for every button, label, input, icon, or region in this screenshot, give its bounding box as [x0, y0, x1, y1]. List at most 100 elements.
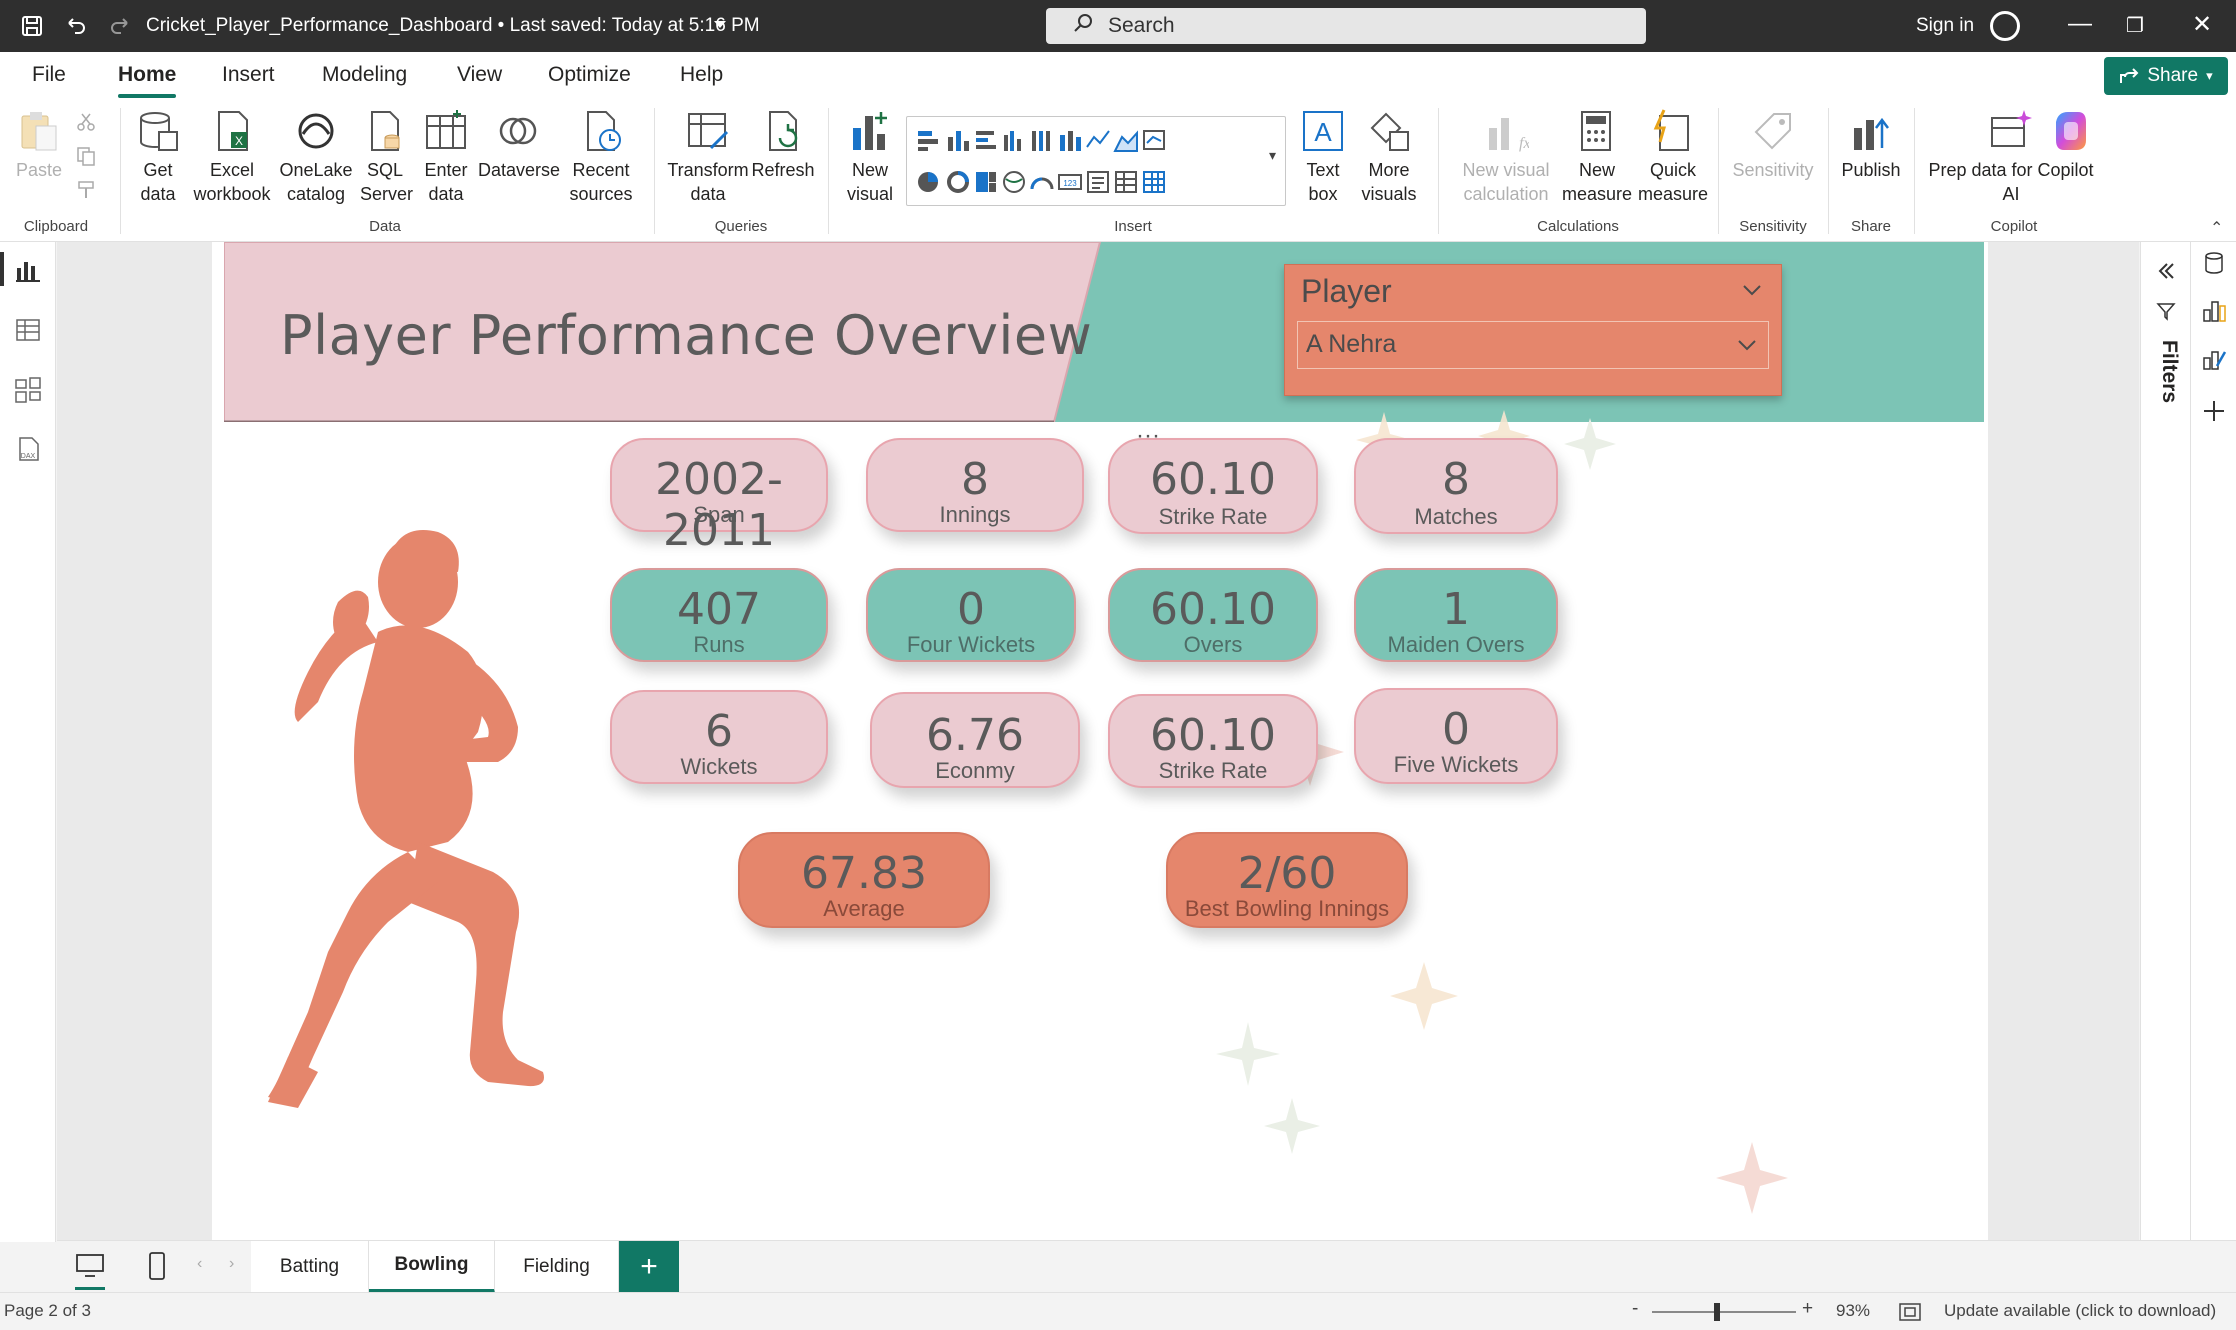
mobile-layout-icon[interactable]: [147, 1251, 167, 1281]
menu-optimize[interactable]: Optimize: [548, 63, 631, 87]
chevron-down-icon[interactable]: [1741, 279, 1763, 301]
get-data-button[interactable]: Get data: [128, 108, 188, 206]
table-view-icon[interactable]: [14, 316, 42, 344]
title-dropdown-icon[interactable]: [712, 18, 728, 36]
enter-data-button[interactable]: Enter data: [418, 108, 474, 206]
search-box[interactable]: Search: [1046, 8, 1646, 44]
zoom-slider[interactable]: [1652, 1311, 1796, 1313]
publish-button[interactable]: Publish: [1836, 108, 1906, 182]
kpi-label: Maiden Overs: [1387, 632, 1525, 657]
scroll-tabs-right-icon[interactable]: ›: [229, 1255, 234, 1273]
new-visual-calculation-button[interactable]: fx New visual calculation: [1456, 108, 1556, 206]
minimize-icon[interactable]: —: [2068, 10, 2092, 38]
transform-data-button[interactable]: Transform data: [666, 108, 750, 206]
card-icon[interactable]: 123: [1057, 169, 1083, 195]
refresh-button[interactable]: Refresh: [750, 108, 816, 182]
more-visuals-button[interactable]: More visuals: [1354, 108, 1424, 206]
menu-insert[interactable]: Insert: [222, 63, 275, 87]
scroll-tabs-left-icon[interactable]: ‹: [197, 1255, 202, 1273]
clustered-bar-chart-icon[interactable]: [973, 127, 999, 153]
restore-icon[interactable]: ❐: [2126, 13, 2144, 38]
100-column-chart-icon[interactable]: [1057, 127, 1083, 153]
add-page-button[interactable]: +: [619, 1241, 679, 1293]
kpi-card: 2002-2011 Span: [610, 438, 828, 556]
filters-pane[interactable]: Filters: [2140, 242, 2190, 1240]
matrix-icon[interactable]: [1141, 169, 1167, 195]
player-slicer[interactable]: Player A Nehra: [1284, 264, 1782, 396]
stacked-bar-chart-icon[interactable]: [915, 127, 941, 153]
zoom-out-button[interactable]: -: [1632, 1298, 1638, 1320]
paste-button[interactable]: Paste: [14, 108, 64, 182]
treemap-icon[interactable]: [973, 169, 999, 195]
sql-server-button[interactable]: SQL Server: [360, 108, 413, 206]
menu-file[interactable]: File: [32, 63, 66, 87]
build-visual-icon[interactable]: [2201, 298, 2227, 324]
redo-icon[interactable]: [106, 12, 134, 40]
recent-sources-icon: [587, 111, 621, 151]
window-title: Cricket_Player_Performance_Dashboard • L…: [146, 15, 760, 36]
expand-pane-icon[interactable]: [2155, 260, 2177, 282]
line-chart-icon[interactable]: [1085, 127, 1111, 153]
format-painter-icon[interactable]: [76, 180, 96, 205]
gauge-icon[interactable]: [1029, 169, 1055, 195]
share-label: Share: [2147, 65, 2199, 86]
zoom-slider-thumb[interactable]: [1714, 1303, 1720, 1321]
map-icon[interactable]: [1001, 169, 1027, 195]
kpi-card: 2/60 Best Bowling Innings: [1166, 832, 1408, 928]
stacked-column-chart-icon[interactable]: [945, 127, 971, 153]
zoom-in-button[interactable]: +: [1802, 1298, 1813, 1320]
data-pane-icon[interactable]: [2201, 250, 2227, 276]
page-tab-fielding[interactable]: Fielding: [495, 1241, 619, 1293]
page-tab-batting[interactable]: Batting: [251, 1241, 369, 1293]
update-available-link[interactable]: Update available (click to download): [1944, 1301, 2216, 1321]
excel-workbook-button[interactable]: X Excel workbook: [190, 108, 274, 206]
slicer-dropdown[interactable]: A Nehra: [1297, 321, 1769, 369]
text-box-button[interactable]: A Text box: [1296, 108, 1350, 206]
copy-icon[interactable]: [76, 146, 96, 171]
page-indicator: Page 2 of 3: [4, 1301, 91, 1320]
avatar-icon[interactable]: [1990, 11, 2020, 41]
add-pane-icon[interactable]: [2201, 398, 2227, 424]
table-visual-icon[interactable]: [1113, 169, 1139, 195]
100-bar-chart-icon[interactable]: [1029, 127, 1055, 153]
model-view-icon[interactable]: [14, 376, 42, 404]
menu-help[interactable]: Help: [680, 63, 723, 87]
chevron-down-icon[interactable]: [1736, 334, 1758, 356]
undo-icon[interactable]: [62, 12, 90, 40]
copilot-icon[interactable]: [2048, 108, 2094, 154]
onelake-catalog-button[interactable]: OneLake catalog: [278, 108, 354, 206]
donut-chart-icon[interactable]: [945, 169, 971, 195]
area-chart-icon[interactable]: [1113, 127, 1139, 153]
dax-query-view-icon[interactable]: DAX: [14, 436, 42, 464]
visuals-gallery[interactable]: 123 ▾: [906, 116, 1286, 206]
menu-view[interactable]: View: [457, 63, 502, 87]
ribbon-chart-icon[interactable]: [1141, 127, 1167, 153]
save-icon[interactable]: [18, 12, 46, 40]
menu-modeling[interactable]: Modeling: [322, 63, 407, 87]
menu-home[interactable]: Home: [118, 63, 176, 87]
close-icon[interactable]: ✕: [2192, 10, 2212, 39]
dataverse-button[interactable]: Dataverse: [478, 108, 560, 182]
report-view-icon[interactable]: [14, 256, 42, 284]
prep-data-icon: [1991, 110, 2032, 147]
new-visual-button[interactable]: New visual: [842, 108, 898, 206]
collapse-ribbon-icon[interactable]: ⌃: [2210, 218, 2223, 238]
sensitivity-button[interactable]: Sensitivity: [1728, 108, 1818, 182]
format-visual-icon[interactable]: [2201, 346, 2227, 372]
pie-chart-icon[interactable]: [915, 169, 941, 195]
calculations-group-label: Calculations: [1537, 218, 1619, 235]
gallery-more-icon[interactable]: ▾: [1269, 147, 1276, 164]
multi-row-card-icon[interactable]: [1085, 169, 1111, 195]
fit-to-page-icon[interactable]: [1898, 1301, 1922, 1323]
clustered-column-chart-icon[interactable]: [1001, 127, 1027, 153]
share-button[interactable]: Share ▾: [2104, 57, 2228, 95]
new-measure-button[interactable]: New measure: [1562, 108, 1632, 206]
kpi-value: 6: [705, 706, 733, 757]
kpi-label: Wickets: [680, 754, 758, 779]
sign-in-link[interactable]: Sign in: [1916, 15, 1974, 37]
cut-icon[interactable]: [76, 112, 96, 137]
desktop-layout-icon[interactable]: [75, 1253, 105, 1279]
page-tab-bowling[interactable]: Bowling: [369, 1241, 495, 1293]
recent-sources-button[interactable]: Recent sources: [568, 108, 634, 206]
quick-measure-button[interactable]: Quick measure: [1638, 108, 1708, 206]
